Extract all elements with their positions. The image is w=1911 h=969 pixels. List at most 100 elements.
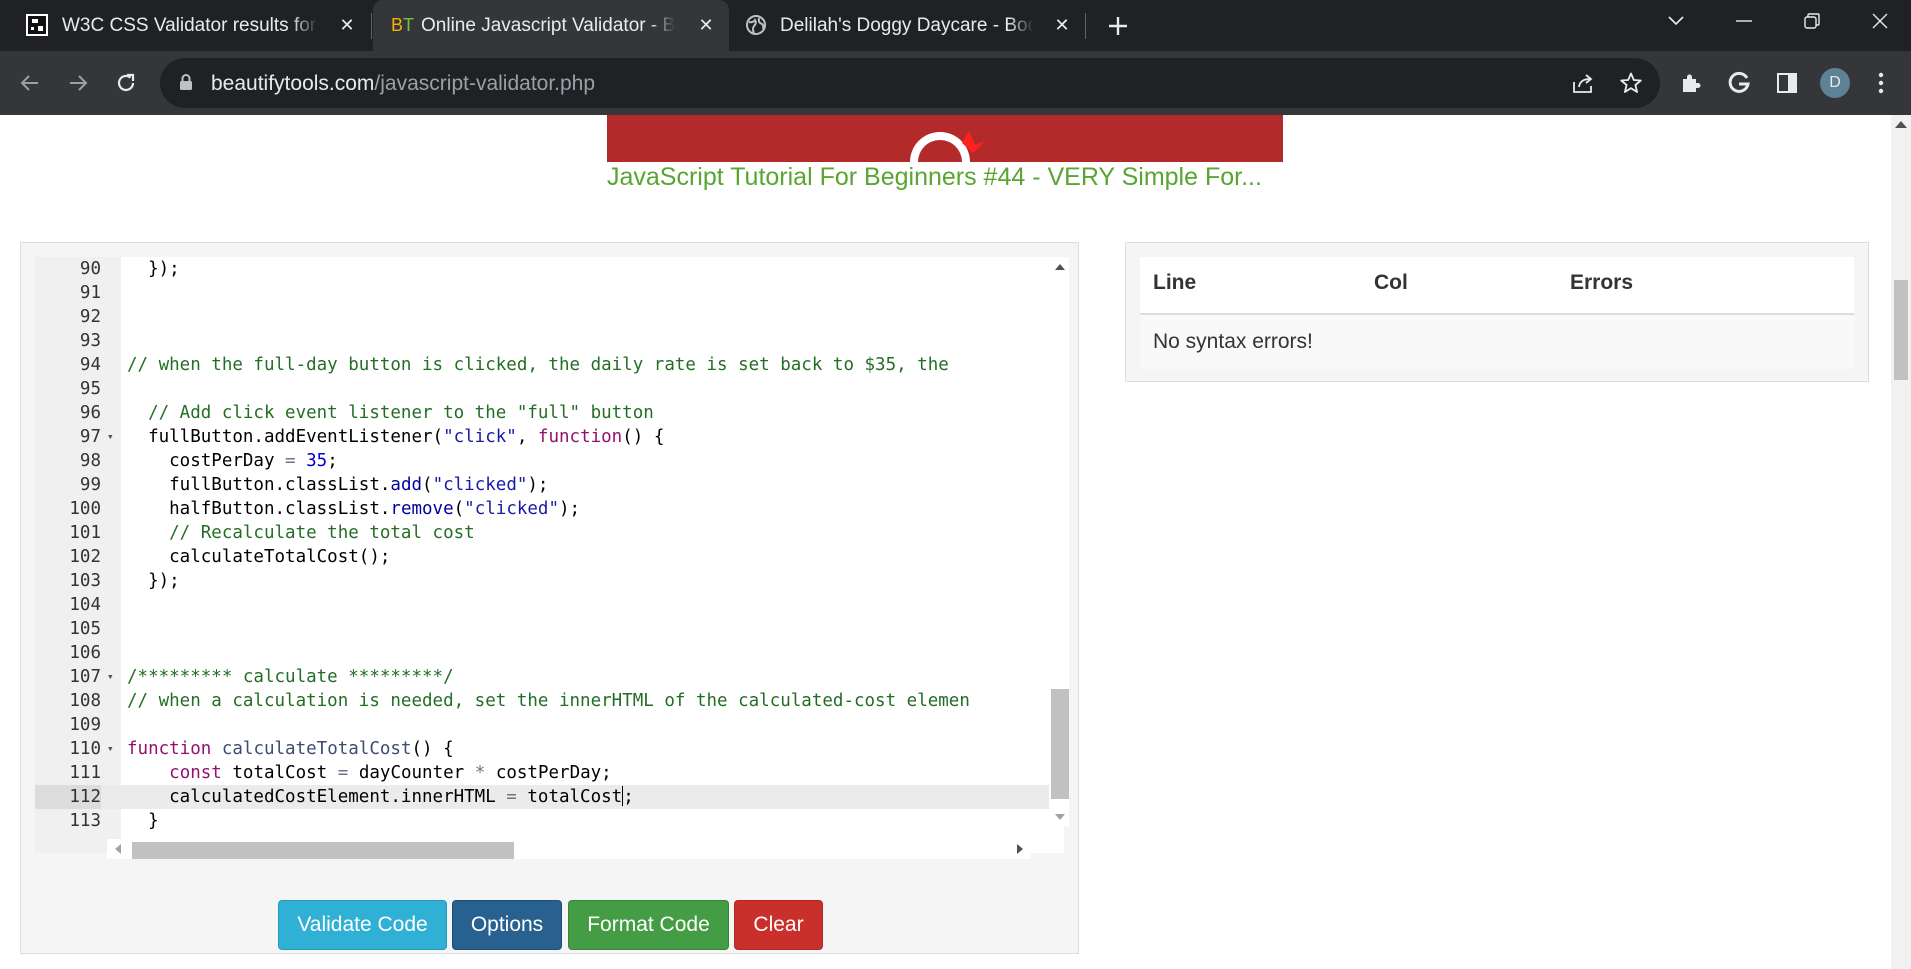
bt-icon-t: T [403, 15, 415, 35]
text-cursor [622, 786, 624, 806]
more-vertical-icon [1878, 72, 1884, 94]
code-line[interactable]: 95 [35, 377, 1064, 401]
new-tab-button[interactable] [1100, 8, 1136, 44]
line-number: 111 [69, 763, 101, 783]
url-text: beautifytools.com/javascript-validator.p… [211, 72, 595, 96]
format-code-button[interactable]: Format Code [568, 900, 729, 950]
code-line[interactable]: 94 // when the full-day button is clicked… [35, 353, 1064, 377]
column-header-errors: Errors [1570, 271, 1634, 294]
tab-javascript-validator[interactable]: BT Online Javascript Validator - B ✕ [373, 0, 729, 51]
page-content: JavaScript Tutorial For Beginners #44 - … [0, 115, 1891, 969]
reload-button[interactable] [108, 65, 144, 101]
code-line[interactable]: 93 [35, 329, 1064, 353]
code-line[interactable]: 105 [35, 617, 1064, 641]
side-panel-button[interactable] [1770, 65, 1804, 101]
share-button[interactable] [1570, 70, 1596, 96]
share-icon [1573, 74, 1593, 93]
back-button[interactable] [12, 65, 48, 101]
code-line[interactable]: 112 calculatedCostElement.innerHTML = to… [35, 785, 1064, 809]
code-line[interactable]: 98 costPerDay = 35; [35, 449, 1064, 473]
tab-doggy-daycare[interactable]: Delilah's Doggy Daycare - Boo ✕ [729, 0, 1085, 51]
restore-button[interactable] [1784, 0, 1840, 42]
code-editor[interactable]: 90 }); 91 92 93 94// when the full-day butto… [35, 257, 1064, 853]
video-thumbnail[interactable] [607, 115, 1283, 162]
code-line[interactable]: 100 halfButton.classList.remove("clicked… [35, 497, 1064, 521]
scroll-down-arrow-icon[interactable] [1055, 814, 1065, 820]
code-line[interactable]: 102 calculateTotalCost(); [35, 545, 1064, 569]
code-line[interactable]: 103 }); [35, 569, 1064, 593]
code-line[interactable]: 113 } [35, 809, 1064, 833]
code-line[interactable]: 90 }); [35, 257, 1064, 281]
w3c-icon [26, 14, 48, 36]
bookmark-button[interactable] [1618, 70, 1644, 96]
clear-button[interactable]: Clear [734, 900, 823, 950]
code-text: function calculateTotalCost() { [127, 739, 454, 759]
line-number: 99 [79, 475, 101, 495]
editor-horizontal-scrollbar[interactable] [107, 839, 1031, 859]
minimize-button[interactable] [1716, 0, 1772, 42]
line-number: 95 [79, 379, 101, 399]
tab-search-button[interactable] [1648, 0, 1704, 42]
line-number: 98 [79, 451, 101, 471]
code-text: }); [127, 571, 180, 591]
code-line[interactable]: 92 [35, 305, 1064, 329]
forward-button[interactable] [60, 65, 96, 101]
scrollbar-thumb[interactable] [1894, 280, 1908, 380]
scroll-up-arrow-icon[interactable] [1895, 121, 1907, 128]
grammarly-button[interactable] [1722, 65, 1756, 101]
fold-arrow-icon[interactable]: ▾ [107, 425, 114, 449]
code-line[interactable]: 106 [35, 641, 1064, 665]
line-number: 107 [69, 667, 101, 687]
close-window-button[interactable] [1852, 0, 1908, 42]
code-line[interactable]: 110 ▾ function calculateTotalCost() { [35, 737, 1064, 761]
code-text: } [127, 811, 159, 831]
tab-w3c-css-validator[interactable]: W3C CSS Validator results for ✕ [0, 0, 370, 51]
video-title-link[interactable]: JavaScript Tutorial For Beginners #44 - … [607, 163, 1262, 192]
validate-code-button[interactable]: Validate Code [278, 900, 447, 950]
scroll-left-arrow-icon[interactable] [115, 844, 121, 854]
tab-title: W3C CSS Validator results for [62, 14, 318, 37]
code-line[interactable]: 101 // Recalculate the total cost [35, 521, 1064, 545]
scrollbar-thumb[interactable] [1051, 689, 1069, 799]
close-icon[interactable]: ✕ [336, 15, 358, 36]
puzzle-icon [1683, 74, 1701, 92]
column-header-line: Line [1153, 271, 1197, 294]
page-vertical-scrollbar[interactable] [1891, 115, 1911, 969]
close-icon [1872, 13, 1888, 29]
options-button[interactable]: Options [452, 900, 562, 950]
code-line[interactable]: 91 [35, 281, 1064, 305]
code-line[interactable]: 104 [35, 593, 1064, 617]
code-line[interactable]: 108 // when a calculation is needed, set … [35, 689, 1064, 713]
code-line[interactable]: 99 fullButton.classList.add("clicked"); [35, 473, 1064, 497]
fold-arrow-icon[interactable]: ▾ [107, 665, 114, 689]
scrollbar-thumb[interactable] [132, 842, 514, 859]
results-panel: Line Col Errors No syntax errors! [1125, 242, 1869, 382]
reload-icon [117, 73, 135, 92]
code-line[interactable]: 97 ▾ fullButton.addEventListener("click",… [35, 425, 1064, 449]
line-number: 101 [69, 523, 101, 543]
address-bar[interactable]: beautifytools.com/javascript-validator.p… [160, 58, 1660, 108]
close-icon[interactable]: ✕ [695, 15, 717, 36]
scroll-right-arrow-icon[interactable] [1017, 844, 1023, 854]
code-text: // when a calculation is needed, set the… [127, 691, 970, 711]
line-number: 100 [69, 499, 101, 519]
url-path: /javascript-validator.php [374, 72, 596, 95]
extensions-button[interactable] [1674, 65, 1708, 101]
code-line[interactable]: 107 ▾ /********* calculate *********/ [35, 665, 1064, 689]
editor-vertical-scrollbar[interactable] [1049, 257, 1069, 827]
code-line[interactable]: 109 [35, 713, 1064, 737]
close-icon[interactable]: ✕ [1051, 15, 1073, 36]
validation-result-message: No syntax errors! [1153, 330, 1313, 353]
line-number: 106 [69, 643, 101, 663]
bt-icon-b: B [391, 15, 404, 35]
restore-icon [1804, 13, 1820, 29]
fold-arrow-icon[interactable]: ▾ [107, 737, 114, 761]
video-thumbnail-art [910, 131, 985, 162]
tab-divider [1085, 13, 1086, 39]
profile-button[interactable]: D [1818, 65, 1852, 101]
code-line[interactable]: 111 const totalCost = dayCounter * costP… [35, 761, 1064, 785]
line-number: 94 [79, 355, 101, 375]
code-line[interactable]: 96 // Add click event listener to the "f… [35, 401, 1064, 425]
menu-button[interactable] [1866, 65, 1896, 101]
scroll-up-arrow-icon[interactable] [1055, 264, 1065, 270]
